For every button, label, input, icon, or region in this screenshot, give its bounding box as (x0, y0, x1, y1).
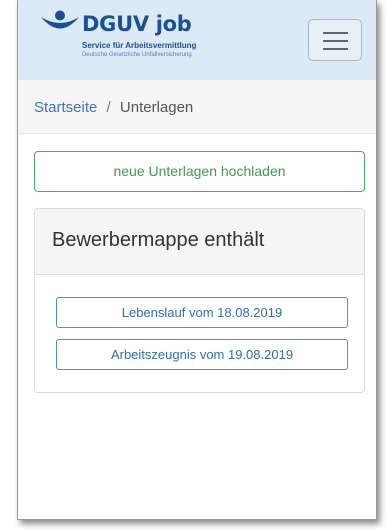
panel-title: Bewerbermappe enthält (35, 209, 364, 275)
breadcrumb: Startseite / Unterlagen (18, 80, 376, 134)
logo-subtitle: Deutsche Gesetzliche Unfallversicherung (82, 52, 192, 58)
breadcrumb-current: Unterlagen (119, 99, 194, 116)
menu-toggle-button[interactable] (308, 19, 362, 61)
document-link-cv[interactable]: Lebenslauf vom 18.08.2019 (56, 297, 348, 328)
logo-title: DGUV job (82, 12, 192, 36)
document-link-reference[interactable]: Arbeitszeugnis vom 19.08.2019 (56, 339, 348, 370)
breadcrumb-separator: / (106, 99, 111, 116)
upload-documents-button[interactable]: neue Unterlagen hochladen (34, 151, 365, 192)
site-header: DGUV job Service für Arbeitsvermittlung … (18, 0, 376, 80)
application-folder-panel: Bewerbermappe enthält Lebenslauf vom 18.… (34, 208, 365, 393)
breadcrumb-home-link[interactable]: Startseite (34, 99, 97, 116)
app-window: DGUV job Service für Arbeitsvermittlung … (17, 0, 377, 520)
logo-tagline: Service für Arbeitsvermittlung (82, 41, 197, 50)
logo-mark-icon (41, 10, 79, 29)
